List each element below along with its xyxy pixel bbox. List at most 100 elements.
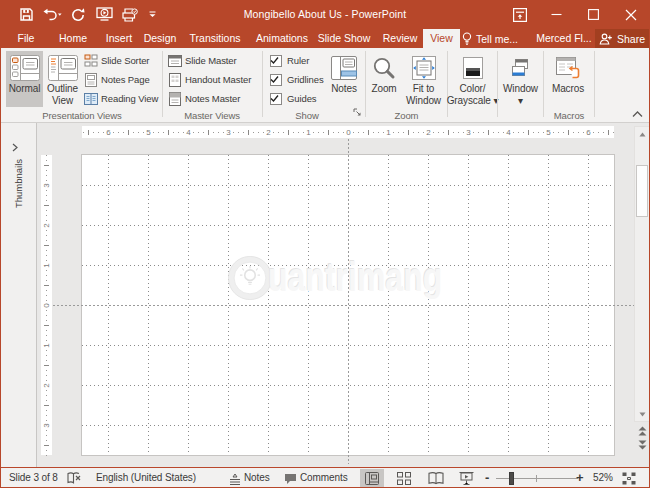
zoom-button[interactable]: Zoom: [367, 51, 401, 107]
color-grayscale-label: Color/ Grayscale ▾: [447, 83, 499, 106]
v-ruler-tick: [44, 365, 49, 366]
handout-master-button[interactable]: Handout Master: [168, 71, 251, 88]
gridlines-checkbox[interactable]: Gridlines: [270, 71, 324, 88]
close-icon[interactable]: [612, 0, 649, 29]
tab-view[interactable]: View: [423, 29, 460, 48]
group-separator: [594, 51, 595, 117]
gridlines-checkbox-label: Gridlines: [287, 74, 324, 85]
zoom-percentage[interactable]: 52%: [593, 468, 613, 488]
watermark: uantrimang: [228, 255, 486, 300]
slide-sorter-status-button[interactable]: [392, 469, 416, 487]
v-ruler-tick: [46, 370, 47, 371]
zoom-out-button[interactable]: -: [485, 468, 489, 488]
h-ruler-tick: [283, 132, 284, 133]
h-ruler-tick: [158, 132, 159, 133]
minimize-icon[interactable]: [538, 0, 575, 29]
color-grayscale-button[interactable]: Color/ Grayscale ▾: [449, 51, 496, 107]
outline-view-icon: [48, 53, 78, 83]
tab-file[interactable]: File: [11, 29, 41, 48]
scroll-up-icon[interactable]: [635, 127, 649, 141]
outline-view-button[interactable]: Outline View: [44, 51, 81, 107]
title-bar: Mongibello About Us - PowerPoint: [1, 0, 649, 29]
group-label-master-views: Master Views: [162, 109, 262, 122]
window-icon: [510, 53, 532, 83]
tab-insert[interactable]: Insert: [99, 29, 139, 48]
ribbon-display-options-icon[interactable]: [501, 0, 538, 29]
v-ruler-tick: [44, 405, 49, 406]
slide-indicator[interactable]: Slide 3 of 8: [9, 468, 58, 488]
watermark-logo-icon: [228, 256, 272, 300]
h-ruler-tick: [528, 130, 529, 135]
tab-home[interactable]: Home: [53, 29, 93, 48]
v-ruler-tick: [46, 255, 47, 256]
ruler-checkbox[interactable]: Ruler: [270, 52, 309, 69]
v-ruler-tick: [44, 165, 49, 166]
slide-sorter-button[interactable]: Slide Sorter: [84, 52, 149, 69]
h-ruler-tick: [598, 132, 599, 133]
slideshow-status-button[interactable]: [454, 469, 478, 487]
language-status[interactable]: English (United States): [96, 468, 196, 488]
normal-view-status-button[interactable]: [360, 469, 384, 487]
notes-page-button[interactable]: Notes Page: [84, 71, 150, 88]
previous-slide-button[interactable]: [636, 425, 649, 437]
v-ruler-number: 2: [42, 381, 51, 390]
h-ruler-tick: [168, 130, 169, 135]
spell-check-icon[interactable]: [67, 471, 82, 488]
h-ruler-tick: [403, 132, 404, 133]
slide-editor: 6543210123456 3210123 uantrimang: [38, 123, 649, 467]
reading-view-button[interactable]: Reading View: [84, 90, 158, 107]
user-name[interactable]: Merced Fl...: [534, 29, 594, 48]
v-ruler-tick: [46, 390, 47, 391]
collapse-ribbon-icon[interactable]: [632, 109, 643, 120]
slide-master-button[interactable]: Slide Master: [168, 52, 237, 69]
comments-status-button[interactable]: Comments: [300, 468, 348, 488]
thumbnails-panel[interactable]: Thumbnails: [1, 123, 37, 467]
tell-me-box[interactable]: Tell me...: [462, 29, 518, 48]
vertical-scrollbar[interactable]: [634, 126, 650, 422]
h-ruler-tick: [248, 130, 249, 135]
h-ruler-tick: [233, 132, 234, 133]
window-button[interactable]: Window ▾: [499, 51, 542, 107]
show-dialog-launcher-icon[interactable]: [353, 108, 362, 119]
tab-design[interactable]: Design: [137, 29, 183, 48]
group-separator: [162, 51, 163, 117]
next-slide-button[interactable]: [636, 439, 649, 451]
fit-to-window-button[interactable]: Fit to Window: [402, 51, 445, 107]
h-ruler-tick: [513, 132, 514, 133]
v-ruler-tick: [46, 290, 47, 291]
scrollbar-thumb[interactable]: [636, 165, 648, 217]
zoom-in-button[interactable]: +: [576, 468, 584, 488]
notes-button[interactable]: Notes: [325, 51, 363, 107]
horizontal-ruler[interactable]: 6543210123456: [82, 126, 614, 138]
scroll-down-icon[interactable]: [635, 407, 649, 421]
h-ruler-tick: [198, 132, 199, 133]
guides-checkbox[interactable]: Guides: [270, 90, 317, 107]
vertical-ruler[interactable]: 3210123: [41, 155, 52, 455]
maximize-icon[interactable]: [575, 0, 612, 29]
notes-page-icon: [84, 73, 98, 87]
zoom-slider-thumb[interactable]: [509, 472, 514, 485]
fit-slide-to-window-icon[interactable]: [622, 472, 636, 488]
tab-transitions[interactable]: Transitions: [181, 29, 249, 48]
notes-master-button[interactable]: Notes Master: [168, 90, 240, 107]
normal-view-button[interactable]: Normal: [6, 51, 43, 107]
v-ruler-tick: [46, 160, 47, 161]
vertical-guide[interactable]: [348, 139, 349, 464]
notes-status-button[interactable]: Notes: [244, 468, 270, 488]
h-ruler-tick: [83, 132, 84, 133]
share-button[interactable]: Share: [595, 29, 649, 48]
h-ruler-tick: [208, 130, 209, 135]
tab-animations[interactable]: Animations: [247, 29, 317, 48]
v-ruler-tick: [46, 190, 47, 191]
slide-master-label: Slide Master: [185, 55, 237, 66]
macros-button[interactable]: Macros: [547, 51, 589, 107]
guides-checkbox-label: Guides: [287, 93, 317, 104]
v-ruler-number: 0: [42, 301, 51, 310]
horizontal-guide[interactable]: [53, 305, 634, 306]
tab-review[interactable]: Review: [375, 29, 425, 48]
v-ruler-tick: [46, 415, 47, 416]
reading-view-status-button[interactable]: [424, 469, 448, 487]
v-ruler-tick: [46, 155, 47, 156]
group-separator: [365, 51, 366, 117]
tab-slide-show[interactable]: Slide Show: [313, 29, 375, 48]
